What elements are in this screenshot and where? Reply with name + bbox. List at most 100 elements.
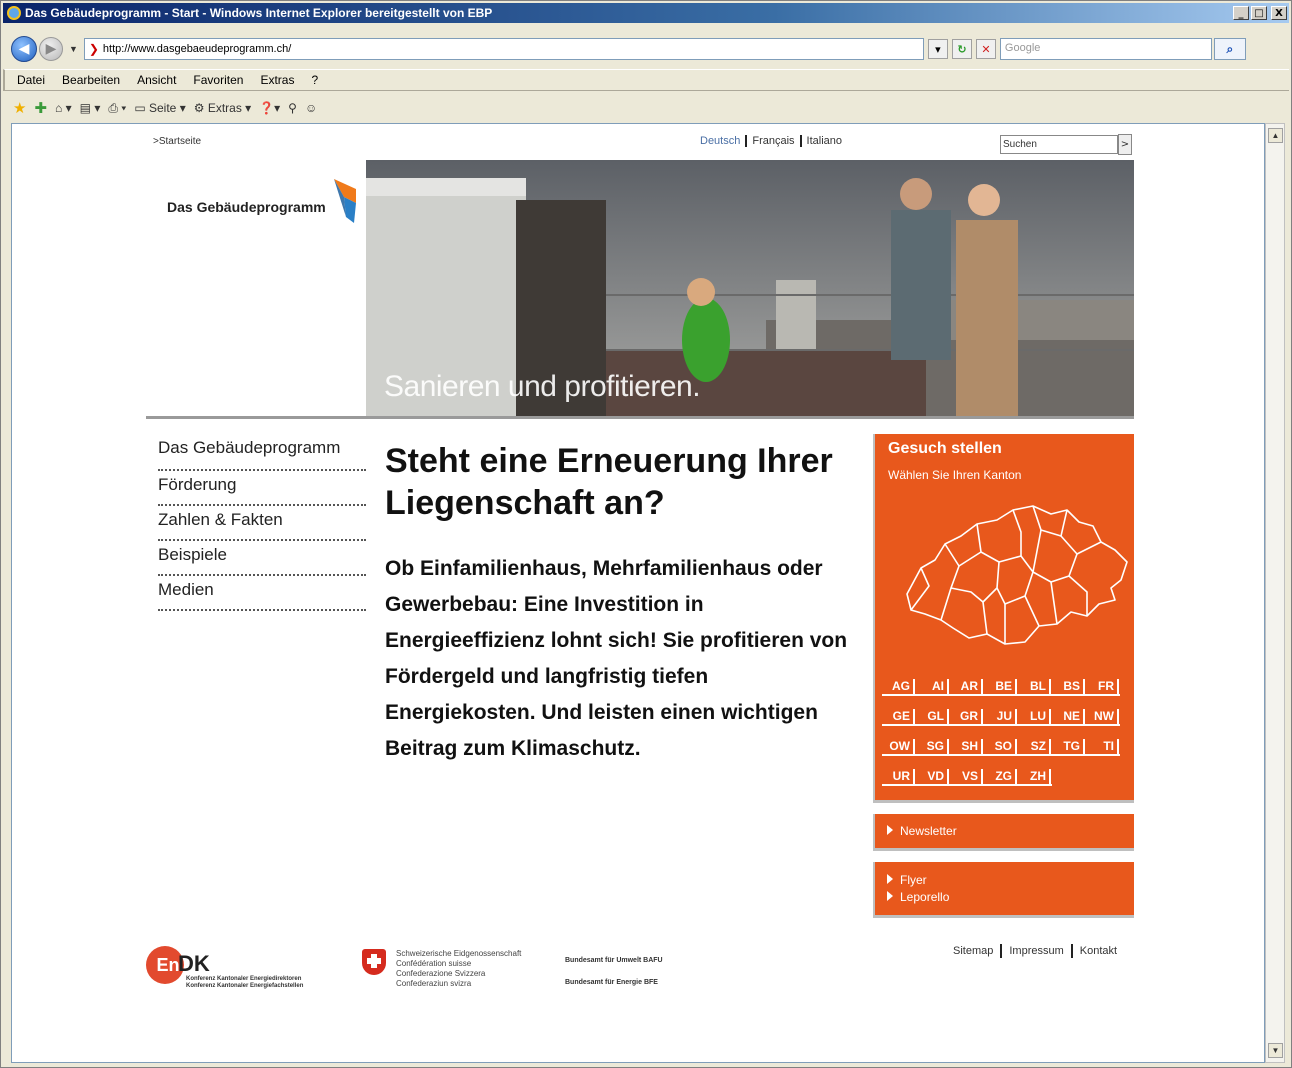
favorites-star-icon[interactable]: ★ bbox=[13, 99, 26, 117]
canton-link-gr[interactable]: GR bbox=[950, 708, 984, 726]
menu-edit[interactable]: Bearbeiten bbox=[62, 73, 120, 87]
vertical-scrollbar[interactable]: ▲ ▼ bbox=[1265, 123, 1285, 1063]
research-icon[interactable]: ⚲ bbox=[288, 101, 297, 115]
federal-offices: Bundesamt für Umwelt BAFU Bundesamt für … bbox=[565, 950, 663, 994]
canton-link-ge[interactable]: GE bbox=[882, 708, 916, 726]
messenger-icon[interactable]: ☺ bbox=[305, 101, 317, 115]
lang-de[interactable]: Deutsch bbox=[700, 135, 740, 147]
scroll-down-icon[interactable]: ▼ bbox=[1268, 1043, 1283, 1058]
canton-link-ar[interactable]: AR bbox=[950, 678, 984, 696]
canton-link-bl[interactable]: BL bbox=[1018, 678, 1052, 696]
confederation-name-fr: Confédération suisse bbox=[396, 959, 472, 968]
newsletter-link[interactable]: Newsletter bbox=[873, 814, 1134, 851]
canton-link-ai[interactable]: AI bbox=[916, 678, 950, 696]
nav-item-foerderung[interactable]: Förderung bbox=[158, 471, 366, 506]
canton-link-lu[interactable]: LU bbox=[1018, 708, 1052, 726]
canton-link-vs[interactable]: VS bbox=[950, 768, 984, 786]
lang-it[interactable]: Italiano bbox=[807, 135, 842, 147]
tools-menu-label: Extras bbox=[207, 101, 242, 115]
site-search-button[interactable]: > bbox=[1118, 134, 1132, 155]
tools-menu[interactable]: ⚙ Extras ▾ bbox=[194, 101, 251, 115]
leporello-link[interactable]: Leporello bbox=[887, 889, 1122, 906]
canton-link-sg[interactable]: SG bbox=[916, 738, 950, 756]
confederation-names: Schweizerische Eidgenossenschaft Confédé… bbox=[396, 949, 521, 989]
back-button[interactable]: ◀ bbox=[11, 36, 37, 62]
print-icon[interactable]: ⎙ ▾ bbox=[108, 101, 126, 116]
canton-link-vd[interactable]: VD bbox=[916, 768, 950, 786]
menu-view[interactable]: Ansicht bbox=[137, 73, 176, 87]
canton-link-bs[interactable]: BS bbox=[1052, 678, 1086, 696]
nav-item-beispiele[interactable]: Beispiele bbox=[158, 541, 366, 576]
history-dropdown-icon[interactable]: ▼ bbox=[69, 44, 78, 54]
menu-help[interactable]: ? bbox=[311, 73, 318, 87]
canton-link-tg[interactable]: TG bbox=[1052, 738, 1086, 756]
close-button[interactable]: X bbox=[1271, 6, 1287, 20]
canton-link-ju[interactable]: JU bbox=[984, 708, 1018, 726]
endk-mark-suffix: DK bbox=[178, 951, 210, 976]
add-favorite-icon[interactable]: ✚ bbox=[34, 99, 47, 117]
switzerland-map-icon[interactable] bbox=[901, 496, 1131, 666]
lang-separator bbox=[799, 135, 802, 147]
feeds-icon[interactable]: ▤ ▾ bbox=[80, 101, 101, 115]
endk-logo[interactable]: En DK Konferenz Kantonaler Energiedirekt… bbox=[146, 946, 346, 996]
lang-fr[interactable]: Français bbox=[752, 135, 794, 147]
canton-link-sh[interactable]: SH bbox=[950, 738, 984, 756]
endk-line-2: Konferenz Kantonaler Energiefachstellen bbox=[186, 983, 304, 989]
nav-item-gebaeudeprogramm[interactable]: Das Gebäudeprogramm bbox=[158, 436, 366, 471]
address-dropdown-button[interactable]: ▾ bbox=[927, 39, 948, 59]
swiss-shield-icon bbox=[362, 949, 386, 975]
scroll-up-icon[interactable]: ▲ bbox=[1268, 128, 1283, 143]
canton-link-gl[interactable]: GL bbox=[916, 708, 950, 726]
search-icon[interactable]: ⌕ bbox=[1213, 38, 1246, 60]
ie-icon bbox=[7, 6, 21, 20]
canton-link-ag[interactable]: AG bbox=[882, 678, 916, 696]
canton-link-ur[interactable]: UR bbox=[882, 768, 916, 786]
maximize-button[interactable]: □ bbox=[1251, 6, 1267, 20]
browser-search-input[interactable]: Google bbox=[999, 38, 1212, 60]
menu-file[interactable]: Datei bbox=[17, 73, 45, 87]
canton-link-so[interactable]: SO bbox=[984, 738, 1018, 756]
forward-button[interactable]: ▶ bbox=[39, 37, 63, 61]
canton-link-be[interactable]: BE bbox=[984, 678, 1018, 696]
canton-grid: AG AI AR BE BL BS FR GE GL GR JU LU NE N… bbox=[882, 672, 1132, 792]
lead-paragraph: Ob Einfamilienhaus, Mehrfamilienhaus ode… bbox=[385, 557, 848, 760]
menu-favorites[interactable]: Favoriten bbox=[193, 73, 243, 87]
minimize-button[interactable]: _ bbox=[1233, 6, 1249, 20]
home-icon[interactable]: ⌂ ▾ bbox=[55, 101, 72, 115]
site-logo-text[interactable]: Das Gebäudeprogramm bbox=[167, 199, 326, 215]
site-search-input[interactable]: Suchen bbox=[1000, 135, 1118, 154]
downloads-box: Flyer Leporello bbox=[873, 862, 1134, 918]
canton-link-fr[interactable]: FR bbox=[1086, 678, 1120, 696]
stop-icon[interactable]: ✕ bbox=[975, 39, 996, 59]
canton-link-ti[interactable]: TI bbox=[1086, 738, 1120, 756]
footer-link-impressum[interactable]: Impressum bbox=[1009, 945, 1063, 957]
swiss-cross-icon bbox=[367, 958, 381, 964]
address-url[interactable]: http://www.dasgebaeudeprogramm.ch/ bbox=[103, 43, 291, 55]
canton-link-ne[interactable]: NE bbox=[1052, 708, 1086, 726]
breadcrumb[interactable]: >Startseite bbox=[153, 136, 201, 147]
footer-link-sitemap[interactable]: Sitemap bbox=[953, 945, 993, 957]
flyer-link[interactable]: Flyer bbox=[887, 872, 1122, 889]
canton-link-zh[interactable]: ZH bbox=[1018, 768, 1052, 786]
confederation-name-de: Schweizerische Eidgenossenschaft bbox=[396, 949, 522, 958]
hero-caption: Sanieren und profitieren. bbox=[384, 370, 701, 403]
menu-tools[interactable]: Extras bbox=[260, 73, 294, 87]
canton-link-zg[interactable]: ZG bbox=[984, 768, 1018, 786]
canton-link-sz[interactable]: SZ bbox=[1018, 738, 1052, 756]
nav-item-medien[interactable]: Medien bbox=[158, 576, 366, 611]
confederation-logo[interactable]: Schweizerische Eidgenossenschaft Confédé… bbox=[362, 949, 692, 999]
page-menu[interactable]: ▭ Seite ▾ bbox=[134, 101, 185, 115]
help-icon[interactable]: ❓▾ bbox=[259, 101, 280, 115]
application-box: Gesuch stellen Wählen Sie Ihren Kanton A… bbox=[873, 434, 1134, 803]
footer-link-kontakt[interactable]: Kontakt bbox=[1080, 945, 1117, 957]
newsletter-label: Newsletter bbox=[900, 824, 957, 838]
refresh-icon[interactable]: ↻ bbox=[951, 39, 972, 59]
arrow-right-icon bbox=[887, 891, 893, 901]
address-input[interactable]: ❯ http://www.dasgebaeudeprogramm.ch/ bbox=[83, 38, 924, 60]
canton-link-nw[interactable]: NW bbox=[1086, 708, 1120, 726]
canton-link-ow[interactable]: OW bbox=[882, 738, 916, 756]
divider bbox=[146, 416, 1134, 419]
left-navigation: Das Gebäudeprogramm Förderung Zahlen & F… bbox=[158, 436, 366, 611]
nav-item-zahlen-fakten[interactable]: Zahlen & Fakten bbox=[158, 506, 366, 541]
site-logo-icon[interactable] bbox=[332, 177, 358, 225]
